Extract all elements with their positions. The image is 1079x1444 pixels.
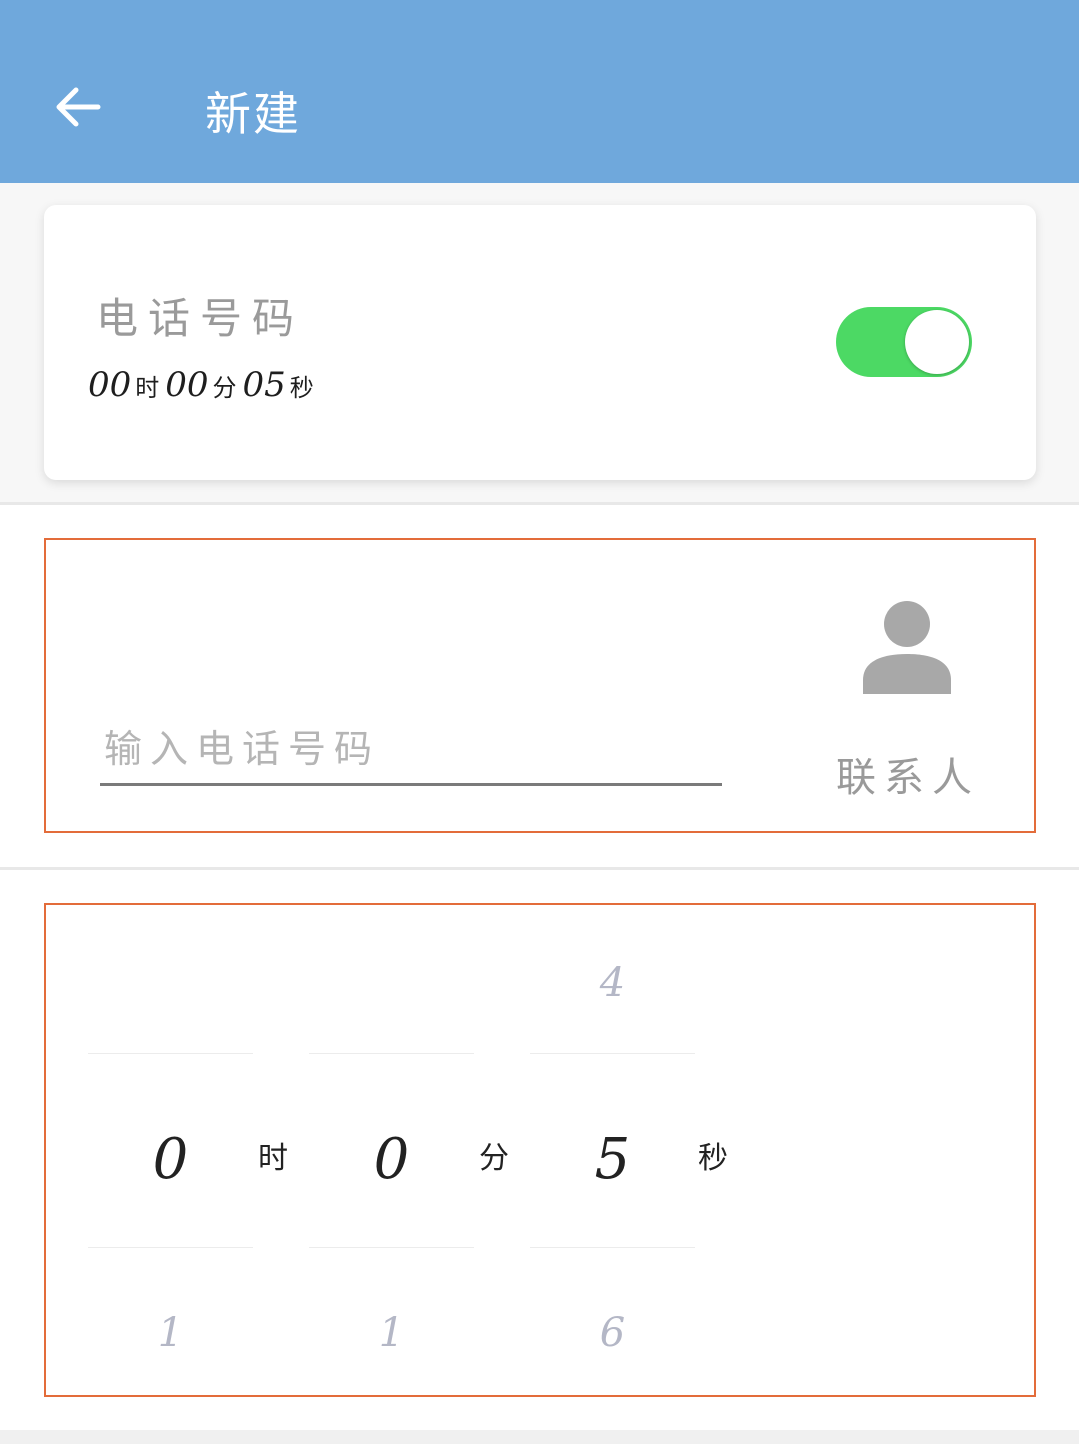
duration-seconds-unit: 秒 [289, 374, 314, 402]
wheel-line [530, 1247, 695, 1248]
phone-number-input[interactable] [100, 720, 722, 786]
duration-seconds: 05 [242, 365, 286, 405]
app-bar: 新建 [0, 0, 1079, 183]
wheel-line [530, 1053, 695, 1054]
wheel-line [88, 1247, 253, 1248]
minutes-below: 1 [378, 1310, 405, 1356]
task-duration: 00 时 00 分 05 秒 [88, 365, 320, 405]
duration-hours-unit: 时 [135, 374, 160, 402]
duration-minutes-unit: 分 [212, 374, 237, 402]
duration-hours: 00 [88, 365, 132, 405]
task-card[interactable]: 电话号码 00 时 00 分 05 秒 [44, 205, 1036, 480]
hours-wheel[interactable]: 0 1 [88, 905, 253, 1395]
seconds-selected: 5 [594, 1127, 631, 1192]
phone-section: 联系人 [44, 538, 1036, 833]
minutes-unit: 分 [479, 1141, 509, 1176]
seconds-above: 4 [599, 960, 626, 1006]
enable-toggle[interactable] [836, 307, 972, 377]
wheel-line [309, 1247, 474, 1248]
seconds-unit: 秒 [698, 1141, 728, 1176]
bottom-edge [0, 1430, 1079, 1444]
wheel-line [309, 1053, 474, 1054]
contact-button[interactable]: 联系人 [826, 595, 996, 805]
seconds-wheel[interactable]: 4 5 6 [530, 905, 695, 1395]
contact-label: 联系人 [836, 755, 980, 801]
hours-selected: 0 [152, 1127, 189, 1192]
wheel-line [88, 1053, 253, 1054]
time-picker: 0 1 时 0 1 分 4 5 6 秒 [44, 903, 1036, 1397]
minutes-selected: 0 [373, 1127, 410, 1192]
page-title: 新建 [205, 87, 301, 141]
toggle-knob [905, 310, 969, 374]
seconds-below: 6 [599, 1310, 626, 1356]
hours-unit: 时 [258, 1141, 288, 1176]
hours-below: 1 [157, 1310, 184, 1356]
person-icon [863, 601, 951, 694]
duration-minutes: 00 [165, 365, 209, 405]
task-title: 电话号码 [96, 294, 305, 343]
arrow-left-icon[interactable] [50, 80, 104, 134]
minutes-wheel[interactable]: 0 1 [309, 905, 474, 1395]
